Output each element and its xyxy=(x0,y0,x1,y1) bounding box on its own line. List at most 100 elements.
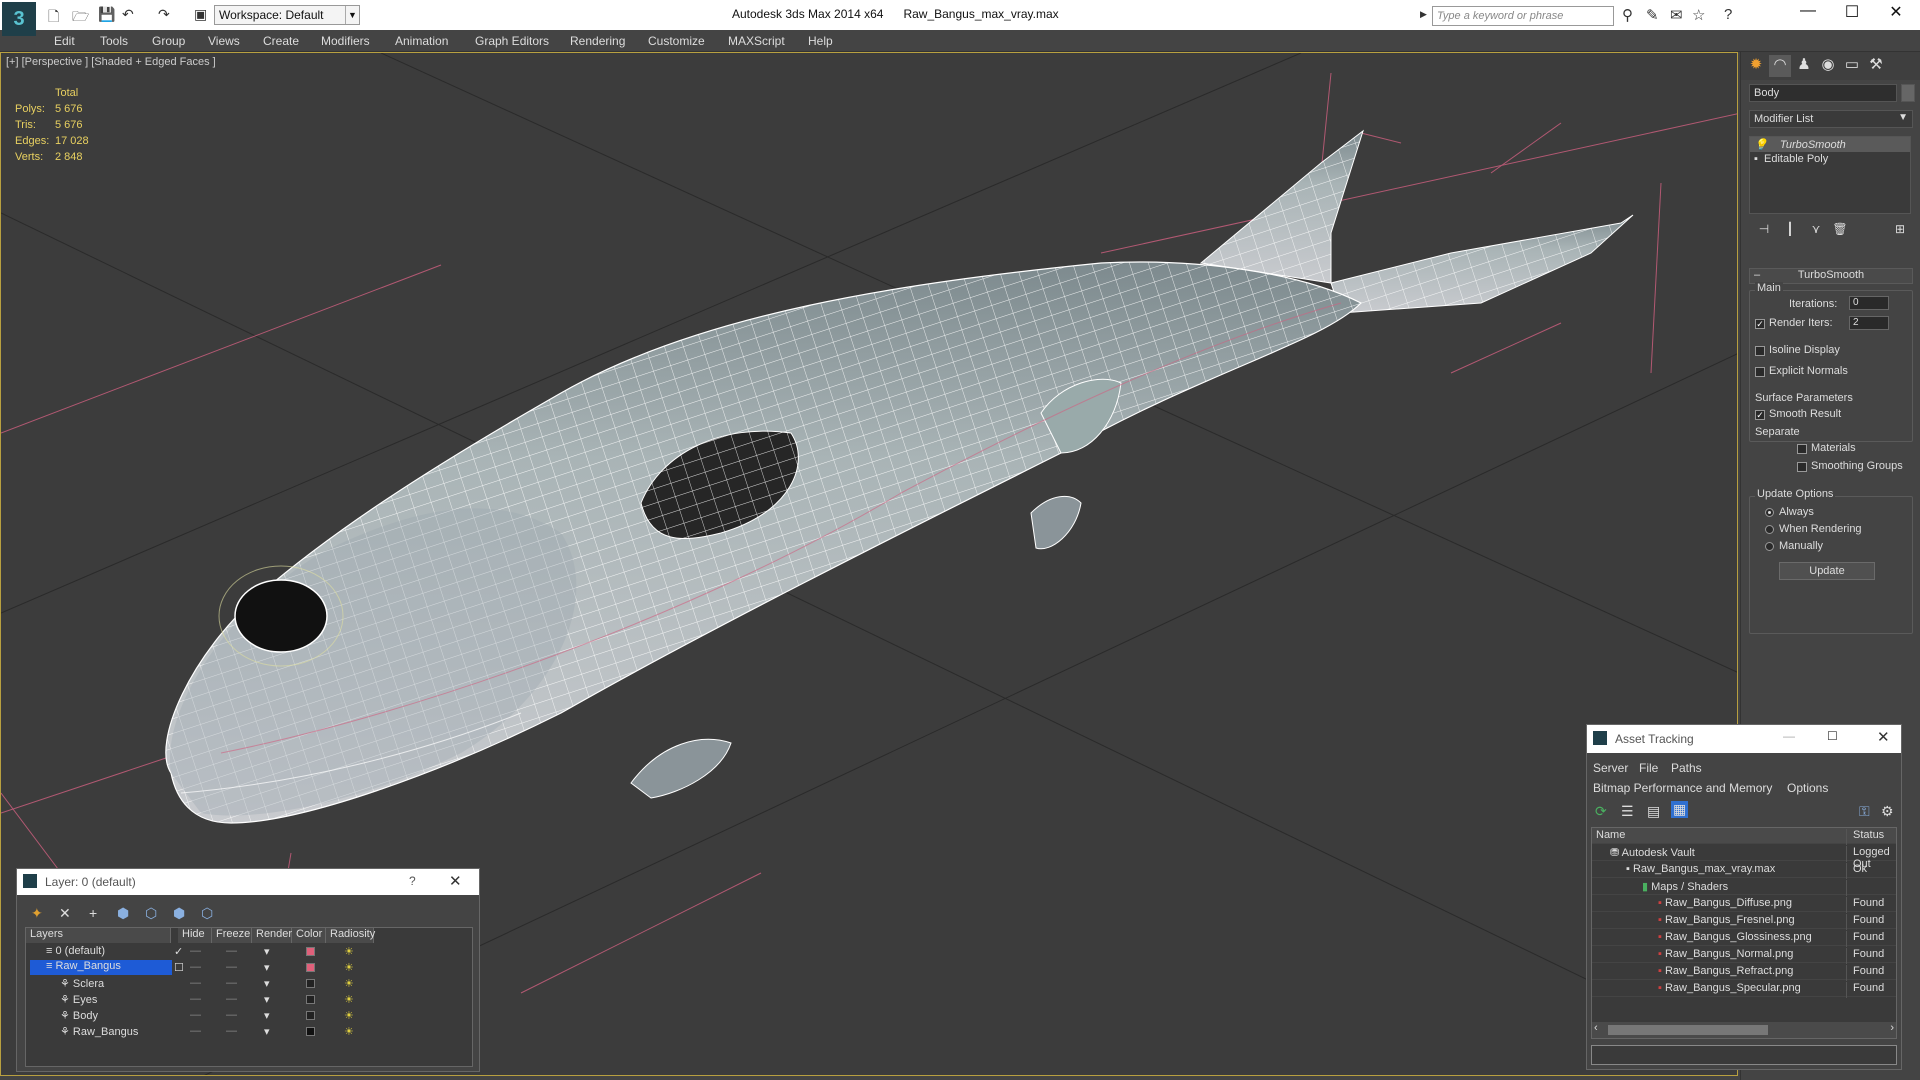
remove-modifier-icon[interactable]: 🗑 xyxy=(1829,222,1851,244)
col-layers[interactable]: Layers xyxy=(26,928,171,943)
asset-horizontal-scrollbar[interactable]: ‹ › xyxy=(1592,1022,1896,1038)
menu-group[interactable]: Group xyxy=(152,34,185,48)
asset-minimize-button[interactable]: — xyxy=(1783,729,1795,743)
col-freeze[interactable]: Freeze xyxy=(212,928,252,943)
menu-maxscript[interactable]: MAXScript xyxy=(728,34,785,48)
radiosity-icon[interactable]: ☀ xyxy=(344,977,354,990)
asset-tracking-titlebar[interactable]: Asset Tracking — ☐ ✕ xyxy=(1587,725,1901,753)
when-rendering-radio[interactable] xyxy=(1765,525,1774,534)
tree-view-icon[interactable]: ▤ xyxy=(1647,803,1660,820)
layer-row[interactable]: ≡ Raw_Bangus ☐ — — ▾ ☀ xyxy=(26,960,406,976)
refresh-icon[interactable]: ⟳ xyxy=(1595,803,1607,820)
menu-tools[interactable]: Tools xyxy=(100,34,128,48)
menu-views[interactable]: Views xyxy=(208,34,240,48)
motion-tab-icon[interactable]: ◉ xyxy=(1817,55,1839,77)
layer-window-titlebar[interactable]: Layer: 0 (default) ? ✕ xyxy=(17,869,479,895)
scroll-right-icon[interactable]: › xyxy=(1890,1022,1894,1034)
asset-row[interactable]: ▪ Raw_Bangus_Glossiness.png Found xyxy=(1592,930,1896,947)
hide-toggle[interactable]: — xyxy=(190,993,201,1005)
smoothing-groups-checkbox[interactable] xyxy=(1797,462,1807,472)
search-expand-icon[interactable]: ▶ xyxy=(1420,9,1427,20)
create-layer-icon[interactable]: ✦ xyxy=(31,905,43,922)
redo-icon[interactable]: ↷ xyxy=(158,6,170,23)
render-toggle-icon[interactable]: ▾ xyxy=(264,977,270,990)
delete-layer-icon[interactable]: ✕ xyxy=(59,905,71,922)
object-color-swatch[interactable] xyxy=(1901,84,1915,102)
new-file-icon[interactable]: 🗋 xyxy=(48,6,59,30)
hierarchy-tab-icon[interactable]: ♟ xyxy=(1793,55,1815,77)
asset-help-icon[interactable]: ⚿ xyxy=(1859,803,1870,820)
smooth-result-checkbox[interactable]: ✓ xyxy=(1755,410,1765,420)
menu-animation[interactable]: Animation xyxy=(395,34,448,48)
favorites-icon[interactable]: ☆ xyxy=(1692,6,1705,24)
object-name-field[interactable]: Body xyxy=(1749,84,1897,102)
menu-create[interactable]: Create xyxy=(263,34,299,48)
freeze-all-icon[interactable]: ⬡ xyxy=(201,905,213,922)
pin-stack-icon[interactable]: ⊣ xyxy=(1753,222,1775,244)
asset-row[interactable]: ▪ Raw_Bangus_Normal.png Found xyxy=(1592,947,1896,964)
asset-row[interactable]: ▪ Raw_Bangus_Diffuse.png Found xyxy=(1592,896,1896,913)
asset-menu-server[interactable]: Server xyxy=(1593,761,1628,775)
render-toggle-icon[interactable]: ▾ xyxy=(264,1025,270,1038)
layer-color-swatch[interactable] xyxy=(306,995,315,1004)
asset-menu-file[interactable]: File xyxy=(1639,761,1658,775)
app-logo-icon[interactable]: 3 xyxy=(2,2,36,36)
asset-settings-icon[interactable]: ⚙ xyxy=(1881,803,1894,820)
asset-menu-options[interactable]: Options xyxy=(1787,781,1828,795)
asset-row[interactable]: ⛃ Autodesk Vault Logged Out xyxy=(1592,845,1896,870)
render-toggle-icon[interactable]: ▾ xyxy=(264,993,270,1006)
layer-row[interactable]: ⚘ Raw_Bangus — — ▾ ☀ xyxy=(26,1024,406,1040)
col-hide[interactable]: Hide xyxy=(178,928,212,943)
hide-toggle[interactable]: — xyxy=(190,945,201,957)
always-radio[interactable] xyxy=(1765,508,1774,517)
current-layer-box[interactable]: ☐ xyxy=(174,961,184,974)
freeze-toggle[interactable]: — xyxy=(226,1009,237,1021)
update-button[interactable]: Update xyxy=(1779,562,1875,580)
stack-item-turbosmooth[interactable]: 💡 TurboSmooth xyxy=(1750,137,1910,152)
freeze-toggle[interactable]: — xyxy=(226,945,237,957)
hide-toggle[interactable]: — xyxy=(190,977,201,989)
add-to-layer-icon[interactable]: + xyxy=(89,905,97,921)
layer-color-swatch[interactable] xyxy=(306,947,315,956)
layer-row[interactable]: ≡ 0 (default) ✓ — — ▾ ☀ xyxy=(26,944,406,960)
binoculars-icon[interactable]: ⚲ xyxy=(1622,6,1633,24)
layer-help-button[interactable]: ? xyxy=(409,874,416,888)
asset-menu-bitmap-performance[interactable]: Bitmap Performance and Memory xyxy=(1593,781,1772,795)
asset-path-field[interactable] xyxy=(1591,1045,1897,1065)
help-icon[interactable]: ? xyxy=(1724,6,1732,23)
render-iters-spinner[interactable]: 2 xyxy=(1849,316,1889,330)
layer-color-swatch[interactable] xyxy=(306,979,315,988)
col-name[interactable]: Name xyxy=(1596,829,1625,841)
asset-row[interactable]: ▪ Raw_Bangus_Specular.png Found xyxy=(1592,981,1896,998)
layer-row[interactable]: ⚘ Eyes — — ▾ ☀ xyxy=(26,992,406,1008)
modify-tab-icon[interactable]: ◠ xyxy=(1769,55,1791,77)
asset-close-button[interactable]: ✕ xyxy=(1877,728,1890,746)
freeze-toggle[interactable]: — xyxy=(226,961,237,973)
hide-toggle[interactable]: — xyxy=(190,1009,201,1021)
project-folder-icon[interactable]: ▣ xyxy=(194,6,207,23)
display-tab-icon[interactable]: ▭ xyxy=(1841,55,1863,77)
table-view-icon[interactable]: ▦ xyxy=(1671,801,1689,818)
save-icon[interactable]: 💾 xyxy=(98,6,115,23)
hide-all-icon[interactable]: ⬢ xyxy=(173,905,185,922)
radiosity-icon[interactable]: ☀ xyxy=(344,1025,354,1038)
show-end-result-icon[interactable]: ┃ xyxy=(1779,222,1801,244)
col-status[interactable]: Status xyxy=(1846,829,1896,845)
layer-close-button[interactable]: ✕ xyxy=(449,872,462,890)
viewport-label[interactable]: [+] [Perspective ] [Shaded + Edged Faces… xyxy=(6,56,216,68)
utilities-tab-icon[interactable]: ⚒ xyxy=(1865,55,1887,77)
render-toggle-icon[interactable]: ▾ xyxy=(264,961,270,974)
radiosity-icon[interactable]: ☀ xyxy=(344,1009,354,1022)
layer-color-swatch[interactable] xyxy=(306,963,315,972)
menu-help[interactable]: Help xyxy=(808,34,833,48)
hide-toggle[interactable]: — xyxy=(190,961,201,973)
menu-graph-editors[interactable]: Graph Editors xyxy=(475,34,549,48)
asset-row[interactable]: ▮ Maps / Shaders xyxy=(1592,879,1896,896)
layer-color-swatch[interactable] xyxy=(306,1011,315,1020)
isoline-display-checkbox[interactable] xyxy=(1755,346,1765,356)
search-input[interactable]: Type a keyword or phrase xyxy=(1432,6,1614,26)
layer-color-swatch[interactable] xyxy=(306,1027,315,1036)
hide-toggle[interactable]: — xyxy=(190,1025,201,1037)
open-file-icon[interactable]: 🗁 xyxy=(72,6,89,30)
asset-maximize-button[interactable]: ☐ xyxy=(1827,729,1838,743)
